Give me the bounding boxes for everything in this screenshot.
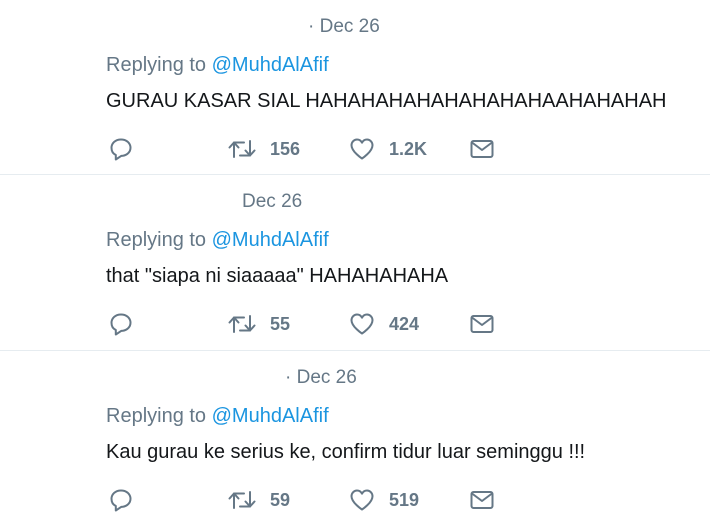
- tweet[interactable]: Dec 26 Replying to @MuhdAlAfif that "sia…: [0, 175, 710, 351]
- tweet-actions: 55 424: [0, 310, 710, 342]
- tweet-actions: 59 519: [0, 486, 710, 518]
- replying-to-label: Replying to: [106, 229, 207, 251]
- reply-handle-link[interactable]: @MuhdAlAfif: [212, 54, 329, 76]
- replying-to-label: Replying to: [106, 405, 207, 427]
- tweet-date[interactable]: Dec 26: [242, 191, 302, 213]
- retweet-button[interactable]: 156: [228, 135, 300, 163]
- reply-button[interactable]: [108, 486, 134, 514]
- heart-icon: [350, 138, 374, 160]
- heart-icon: [350, 313, 374, 335]
- direct-message-button[interactable]: [469, 135, 495, 163]
- direct-message-button[interactable]: [469, 310, 495, 338]
- reply-icon: [110, 489, 132, 512]
- tweet-actions: 156 1.2K: [0, 135, 710, 167]
- retweet-icon: [228, 491, 256, 509]
- envelope-icon: [470, 315, 494, 333]
- retweet-button[interactable]: 55: [228, 310, 290, 338]
- replying-to-label: Replying to: [106, 54, 207, 76]
- envelope-icon: [470, 491, 494, 509]
- reply-handle-link[interactable]: @MuhdAlAfif: [212, 229, 329, 251]
- retweet-button[interactable]: 59: [228, 486, 290, 514]
- like-button[interactable]: 519: [349, 486, 419, 514]
- tweet[interactable]: · Dec 26 Replying to @MuhdAlAfif GURAU K…: [0, 0, 710, 175]
- tweet-text: GURAU KASAR SIAL HAHAHAHAHAHAHAHAHAAHAHA…: [106, 90, 667, 112]
- envelope-icon: [470, 140, 494, 158]
- tweet[interactable]: · Dec 26 Replying to @MuhdAlAfif Kau gur…: [0, 351, 710, 524]
- retweet-count: 55: [270, 313, 291, 334]
- retweet-count: 156: [270, 138, 301, 159]
- tweet-text: that "siapa ni siaaaaa" HAHAHAHAHA: [106, 265, 449, 287]
- direct-message-button[interactable]: [469, 486, 495, 514]
- reply-handle-link[interactable]: @MuhdAlAfif: [212, 405, 329, 427]
- tweet-text: Kau gurau ke serius ke, confirm tidur lu…: [106, 441, 586, 463]
- reply-button[interactable]: [108, 310, 134, 338]
- like-count: 519: [389, 489, 420, 510]
- like-count: 424: [389, 313, 420, 334]
- reply-button[interactable]: [108, 135, 134, 163]
- reply-icon: [110, 313, 132, 336]
- like-count: 1.2K: [389, 138, 428, 159]
- like-button[interactable]: 1.2K: [349, 135, 427, 163]
- reply-icon: [110, 138, 132, 161]
- replying-to-line: Replying to @MuhdAlAfif: [106, 54, 329, 77]
- reply-timeline: · Dec 26 Replying to @MuhdAlAfif GURAU K…: [0, 0, 710, 524]
- retweet-icon: [228, 140, 256, 158]
- replying-to-line: Replying to @MuhdAlAfif: [106, 229, 329, 252]
- replying-to-line: Replying to @MuhdAlAfif: [106, 405, 329, 428]
- heart-icon: [350, 489, 374, 511]
- retweet-icon: [228, 315, 256, 333]
- like-button[interactable]: 424: [349, 310, 419, 338]
- retweet-count: 59: [270, 489, 291, 510]
- tweet-date[interactable]: · Dec 26: [308, 16, 380, 38]
- tweet-date[interactable]: · Dec 26: [285, 367, 357, 389]
